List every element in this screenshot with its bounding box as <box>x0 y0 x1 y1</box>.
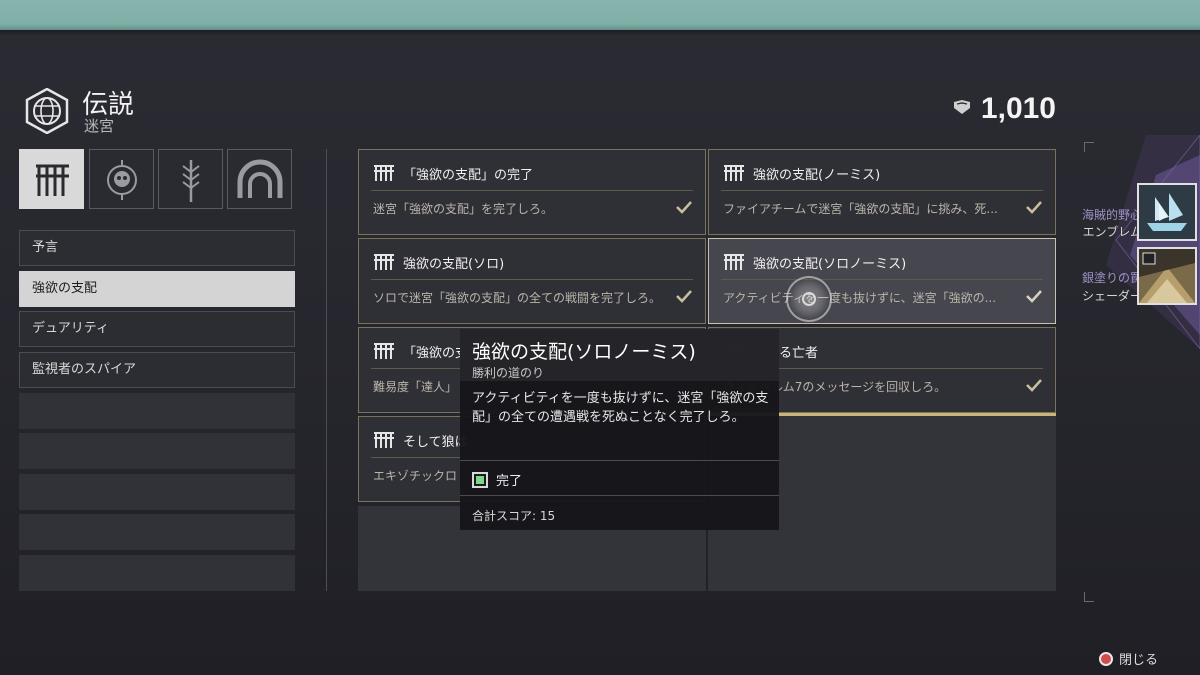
triumph-card[interactable]: 強欲の支配(ソロ) ソロで迷宮「強欲の支配」の全ての戦闘を完了しろ。 <box>358 238 706 324</box>
triumph-description: アクティビティを一度も抜けずに、迷宮「強欲の... <box>723 291 997 305</box>
ghost-ship-emblem-icon[interactable] <box>1137 183 1197 241</box>
triumph-title: 「強欲の支配」の完了 <box>403 168 534 183</box>
triumph-title: 強欲の支配(ソロノーミス) <box>753 257 907 272</box>
sidebar-item-duality[interactable]: デュアリティ <box>19 311 295 347</box>
tooltip-subtitle: 勝利の道のり <box>472 366 545 380</box>
top-bar-shadow <box>0 30 1200 36</box>
page-subtitle: 迷宮 <box>84 117 115 135</box>
corner-bracket <box>1084 142 1094 152</box>
tab-sword-feather[interactable] <box>158 149 223 209</box>
dungeon-gate-icon <box>374 343 394 359</box>
skull-seal-icon <box>107 160 137 200</box>
shader-icon[interactable] <box>1137 247 1197 305</box>
legend-globe-icon <box>24 87 70 135</box>
dungeon-gate-icon <box>724 165 744 181</box>
tab-arch[interactable] <box>227 149 292 209</box>
triumph-title: そして狼は <box>403 435 468 450</box>
sidebar-item-spire[interactable]: 監視者のスパイア <box>19 352 295 388</box>
triumph-title: 「強欲の支 <box>403 346 469 361</box>
sidebar-empty-slot <box>19 433 295 469</box>
seal-reward-type: エンブレム <box>1082 225 1142 239</box>
card-divider <box>721 190 1043 191</box>
triumph-card-selected[interactable]: 強欲の支配(ソロノーミス) アクティビティを一度も抜けずに、迷宮「強欲の... <box>708 238 1056 324</box>
tab-dungeon[interactable] <box>19 149 84 209</box>
checkmark-icon <box>676 290 692 303</box>
tooltip-divider <box>460 495 779 496</box>
tooltip-description: アクティビティを一度も抜けずに、迷宮「強欲の支配」の全ての遭遇戦を死ぬことなく完… <box>472 391 769 425</box>
sidebar-item-prophecy[interactable]: 予言 <box>19 230 295 266</box>
checkmark-icon <box>1026 379 1042 392</box>
card-divider <box>371 190 693 191</box>
sword-feather-icon <box>182 160 200 202</box>
tooltip-title: 強欲の支配(ソロノーミス) <box>472 341 696 363</box>
seal-reward-name: 銀塗りの罠 <box>1081 271 1142 285</box>
triumph-description: ソロで迷宮「強欲の支配」の全ての戦闘を完了しろ。 <box>373 291 662 305</box>
close-label: 閉じる <box>1118 653 1158 668</box>
tooltip-score: 合計スコア: 15 <box>472 509 556 523</box>
objective-label: 完了 <box>496 474 523 489</box>
tab-skull-seal[interactable] <box>89 149 154 209</box>
tooltip-objective: 完了 <box>472 470 522 489</box>
triumph-description: ファイアチームで迷宮「強欲の支配」に挑み、死... <box>723 202 998 216</box>
checkmark-icon <box>676 201 692 214</box>
arch-icon <box>237 159 283 198</box>
card-divider <box>721 279 1043 280</box>
triumph-title: 強欲の支配(ノーミス) <box>753 168 881 183</box>
dungeon-gate-icon <box>374 165 394 181</box>
triumph-card[interactable]: 「強欲の支配」の完了 迷宮「強欲の支配」を完了しろ。 <box>358 149 706 235</box>
sidebar-empty-slot <box>19 474 295 510</box>
triumph-card[interactable]: 強欲の支配(ノーミス) ファイアチームで迷宮「強欲の支配」に挑み、死... <box>708 149 1056 235</box>
sidebar-empty-slot <box>19 393 295 429</box>
circle-button-icon <box>1098 651 1113 666</box>
close-prompt[interactable]: 閉じる <box>1098 649 1158 668</box>
bright-dust-icon <box>953 99 971 119</box>
dungeon-gate-icon <box>36 164 69 196</box>
tooltip-divider <box>460 460 779 461</box>
objective-complete-checkbox <box>472 471 488 488</box>
controller-cursor <box>786 276 832 322</box>
triumph-title: 強欲の支配(ソロ) <box>403 257 505 272</box>
cursor-center <box>802 292 816 306</box>
sidebar-empty-slot <box>19 514 295 550</box>
dungeon-gate-icon <box>724 254 744 270</box>
checkmark-icon <box>1026 201 1042 214</box>
sidebar-empty-slot <box>19 555 295 591</box>
sidebar-item-grasp-of-avarice[interactable]: 強欲の支配 <box>19 271 295 307</box>
seal-rewards-backdrop <box>1106 135 1200 349</box>
seal-reward-type: シェーダー <box>1081 289 1142 303</box>
checkmark-icon <box>1026 290 1042 303</box>
currency-display: 1,010 <box>953 92 1056 126</box>
card-divider <box>371 279 693 280</box>
dungeon-gate-icon <box>374 254 394 270</box>
currency-amount: 1,010 <box>980 92 1056 125</box>
dungeon-gate-icon <box>374 432 394 448</box>
vertical-divider <box>326 149 327 591</box>
seal-reward-name: 海賊的野心 <box>1081 208 1142 222</box>
corner-bracket <box>1084 592 1094 602</box>
triumph-tooltip: 強欲の支配(ソロノーミス) 勝利の道のり アクティビティを一度も抜けずに、迷宮「… <box>460 329 779 530</box>
triumph-description: 迷宮「強欲の支配」を完了しろ。 <box>373 202 554 216</box>
top-accent-bar <box>0 0 1200 30</box>
